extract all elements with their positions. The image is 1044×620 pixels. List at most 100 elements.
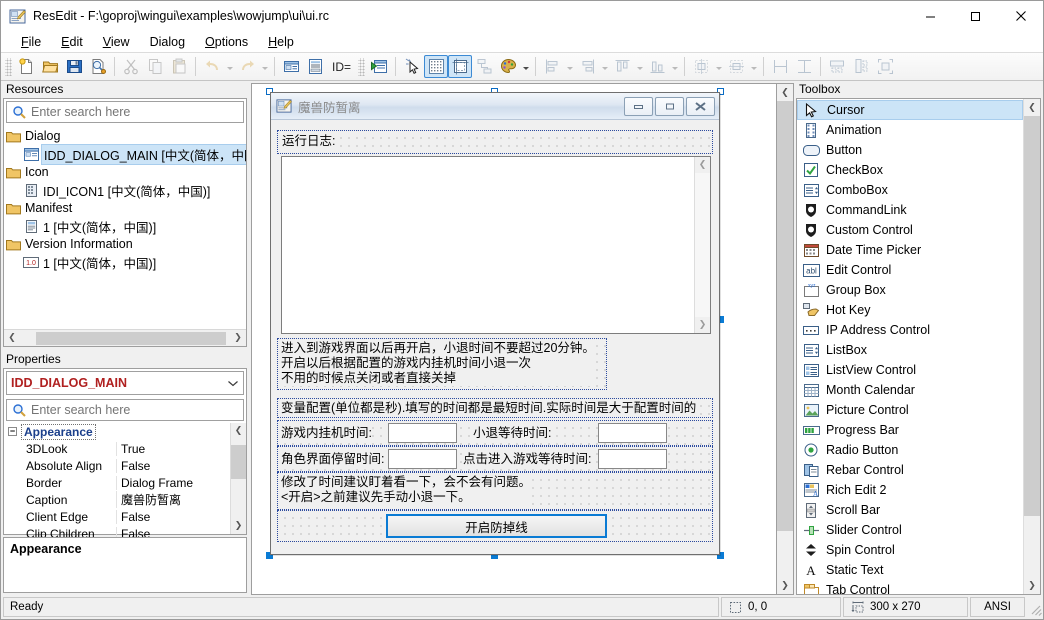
toolbox-scrollbar[interactable]: ❮ ❯ (1023, 99, 1040, 594)
fields-row-2-container[interactable]: 角色界面停留时间: 点击进入游戏等待时间: (277, 446, 713, 472)
space-across-button[interactable] (825, 55, 849, 78)
toolbox-item-static-text[interactable]: A Static Text (797, 560, 1023, 580)
scroll-thumb[interactable] (1024, 116, 1040, 516)
menu-file[interactable]: File (11, 33, 51, 51)
property-value[interactable]: Dialog Frame (116, 475, 230, 490)
undo-button[interactable] (200, 55, 224, 78)
toolbox-item-animation[interactable]: Animation (797, 120, 1023, 140)
toolbox-item-picture-control[interactable]: Picture Control (797, 400, 1023, 420)
toolbox-item-button[interactable]: Button (797, 140, 1023, 160)
property-value[interactable]: True (116, 441, 230, 456)
tree-node-version-folder[interactable]: Version Information (4, 235, 246, 253)
palette-dropdown-arrow-icon[interactable] (520, 55, 531, 78)
menu-help[interactable]: Help (258, 33, 304, 51)
toolbox-item-tab-control[interactable]: Tab Control (797, 580, 1023, 594)
save-button[interactable] (62, 55, 86, 78)
palette-button[interactable] (496, 55, 520, 78)
toolbox-item-progress-bar[interactable]: Progress Bar (797, 420, 1023, 440)
property-row[interactable]: Caption 魔兽防暂离 (4, 491, 230, 508)
toolbox-item-listbox[interactable]: ListBox (797, 340, 1023, 360)
canvas-vertical-scrollbar[interactable]: ❮ ❯ (777, 83, 794, 595)
scroll-track[interactable] (20, 330, 230, 346)
align-left-button[interactable] (540, 55, 564, 78)
tree-node-idi-icon1[interactable]: IDI_ICON1 [中文(简体，中国)] (4, 181, 246, 199)
resources-search-input[interactable] (31, 105, 243, 119)
property-value[interactable]: 魔兽防暂离 (116, 491, 230, 508)
properties-object-combo[interactable]: IDD_DIALOG_MAIN (6, 371, 244, 395)
redo-button[interactable] (235, 55, 259, 78)
scroll-track[interactable] (1024, 116, 1040, 577)
toolbar-grip-2[interactable] (358, 57, 366, 76)
align-left-dropdown-arrow-icon[interactable] (564, 55, 575, 78)
toolbox-item-checkbox[interactable]: CheckBox (797, 160, 1023, 180)
dialog-close-button[interactable] (686, 96, 715, 116)
log-label-container[interactable]: 运行日志: (277, 130, 713, 154)
field-input-enter-game-wait[interactable] (598, 449, 667, 469)
align-bottom-dropdown-arrow-icon[interactable] (669, 55, 680, 78)
tab-order-button[interactable] (472, 55, 496, 78)
field-input-idle-time[interactable] (388, 423, 457, 443)
align-bottom-button[interactable] (645, 55, 669, 78)
menu-view[interactable]: View (93, 33, 140, 51)
cut-button[interactable] (119, 55, 143, 78)
center-vertical-button[interactable] (724, 55, 748, 78)
log-edit-control[interactable]: ❮ ❯ (281, 156, 711, 334)
scroll-thumb[interactable] (36, 331, 226, 345)
resource-properties-button[interactable] (279, 55, 303, 78)
scroll-thumb[interactable] (777, 101, 793, 531)
scroll-left-icon[interactable]: ❮ (4, 331, 20, 346)
properties-group-header[interactable]: − Appearance (4, 423, 230, 440)
tree-node-idd-dialog-main[interactable]: IDD_DIALOG_MAIN [中文(简体，中国)] (4, 143, 246, 165)
property-row[interactable]: Absolute Align False (4, 457, 230, 474)
toolbar-grip[interactable] (5, 57, 12, 76)
menu-options[interactable]: Options (195, 33, 258, 51)
scroll-up-icon[interactable]: ❮ (695, 157, 710, 173)
toolbox-item-group-box[interactable]: xyz Group Box (797, 280, 1023, 300)
resources-tree[interactable]: Dialog IDD_DIALOG_MAIN [中文(简体，中国)] Icon … (4, 125, 246, 329)
center-vertical-dropdown-arrow-icon[interactable] (748, 55, 759, 78)
close-button[interactable] (998, 1, 1043, 31)
paste-button[interactable] (167, 55, 191, 78)
select-pointer-button[interactable] (400, 55, 424, 78)
scroll-down-icon[interactable]: ❯ (1024, 577, 1040, 594)
same-width-button[interactable] (768, 55, 792, 78)
resize-grip[interactable] (1027, 597, 1043, 617)
toolbox-item-ip-address-control[interactable]: IP Address Control (797, 320, 1023, 340)
fields-row-1-container[interactable]: 游戏内挂机时间: 小退等待时间: (277, 420, 713, 446)
properties-search[interactable] (6, 399, 244, 421)
toolbox-item-cursor[interactable]: Cursor (797, 100, 1023, 120)
toolbox-item-slider-control[interactable]: Slider Control (797, 520, 1023, 540)
properties-search-input[interactable] (31, 403, 243, 417)
field-input-char-screen-stay[interactable] (388, 449, 457, 469)
scroll-right-icon[interactable]: ❯ (230, 331, 246, 346)
design-canvas[interactable]: 魔兽防暂离 运行日志: ❮ ❯ 进入到游戏界面以后再开启，小退时间不要超过20分… (251, 83, 777, 595)
action-button-container[interactable]: 开启防掉线 (277, 510, 713, 542)
toolbox-item-date-time-picker[interactable]: Date Time Picker (797, 240, 1023, 260)
dialog-minimize-button[interactable] (624, 96, 653, 116)
size-to-content-button[interactable] (873, 55, 897, 78)
start-protection-button[interactable]: 开启防掉线 (386, 514, 607, 538)
toolbox-item-month-calendar[interactable]: Month Calendar (797, 380, 1023, 400)
toolbox-item-combobox[interactable]: ComboBox (797, 180, 1023, 200)
scroll-up-icon[interactable]: ❮ (231, 423, 246, 439)
align-right-dropdown-arrow-icon[interactable] (599, 55, 610, 78)
resource-script-button[interactable] (303, 55, 327, 78)
tree-node-version-1[interactable]: 1.0 1 [中文(简体，中国)] (4, 253, 246, 271)
toolbox-item-scroll-bar[interactable]: Scroll Bar (797, 500, 1023, 520)
toolbox-list[interactable]: Cursor Animation Button CheckBox ComboBo… (797, 99, 1023, 594)
scroll-up-icon[interactable]: ❮ (777, 84, 793, 101)
toolbox-item-spin-control[interactable]: Spin Control (797, 540, 1023, 560)
minimize-button[interactable] (908, 1, 953, 31)
tree-node-manifest-1[interactable]: 1 [中文(简体，中国)] (4, 217, 246, 235)
toolbox-item-edit-control[interactable]: abl Edit Control (797, 260, 1023, 280)
redo-dropdown-arrow-icon[interactable] (259, 55, 270, 78)
align-right-button[interactable] (575, 55, 599, 78)
toolbox-item-custom-control[interactable]: Custom Control (797, 220, 1023, 240)
toolbox-item-rich-edit-2[interactable]: A Rich Edit 2 (797, 480, 1023, 500)
tree-node-manifest-folder[interactable]: Manifest (4, 199, 246, 217)
log-text-area[interactable] (282, 157, 694, 333)
toolbox-item-commandlink[interactable]: CommandLink (797, 200, 1023, 220)
dialog-preview[interactable]: 魔兽防暂离 运行日志: ❮ ❯ 进入到游戏界面以后再开启，小退时间不要超过20分… (270, 92, 720, 555)
scroll-down-icon[interactable]: ❯ (777, 577, 793, 594)
align-top-dropdown-arrow-icon[interactable] (634, 55, 645, 78)
